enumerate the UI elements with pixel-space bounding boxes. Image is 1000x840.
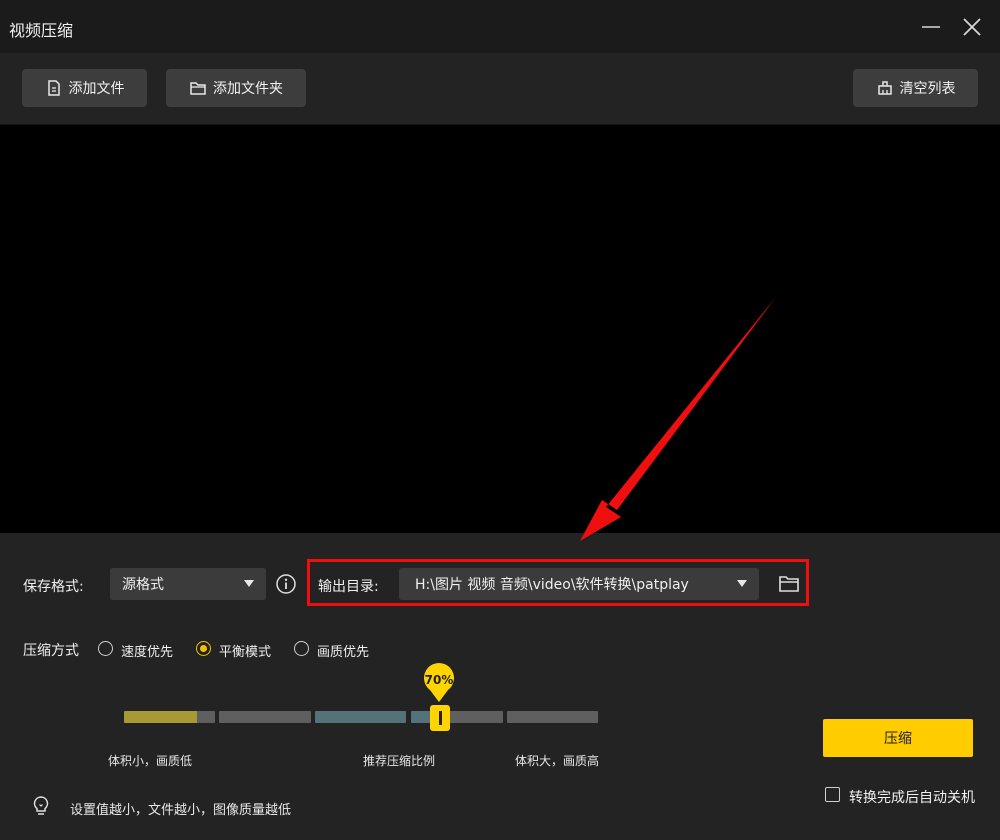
add-file-label: 添加文件 bbox=[68, 81, 125, 97]
chevron-down-icon bbox=[737, 580, 747, 587]
broom-icon bbox=[877, 81, 892, 95]
clear-list-label: 清空列表 bbox=[899, 81, 956, 97]
radio-balanced[interactable] bbox=[196, 641, 211, 656]
slider-segment bbox=[507, 711, 598, 723]
close-icon[interactable] bbox=[959, 14, 985, 40]
lightbulb-icon bbox=[31, 795, 51, 817]
slider-segment bbox=[219, 711, 311, 723]
save-format-value: 源格式 bbox=[122, 577, 164, 593]
folder-icon bbox=[190, 82, 206, 95]
slider-segment bbox=[411, 711, 503, 723]
window-title: 视频压缩 bbox=[9, 21, 74, 40]
toolbar: 添加文件 添加文件夹 清空列表 bbox=[0, 53, 1000, 125]
save-format-label: 保存格式: bbox=[23, 579, 84, 595]
open-folder-icon[interactable] bbox=[777, 572, 801, 596]
slider-label-right: 体积大，画质高 bbox=[515, 754, 600, 768]
output-dir-label: 输出目录: bbox=[318, 579, 379, 595]
output-dir-value: H:\图片 视频 音频\video\软件转换\patplay bbox=[415, 577, 689, 593]
radio-speed-label[interactable]: 速度优先 bbox=[121, 641, 173, 660]
compress-mode-label: 压缩方式 bbox=[23, 643, 79, 659]
slider-label-mid: 推荐压缩比例 bbox=[363, 754, 436, 768]
slider-handle[interactable] bbox=[430, 705, 450, 731]
minimize-icon[interactable] bbox=[918, 14, 944, 40]
radio-balanced-label[interactable]: 平衡模式 bbox=[219, 641, 271, 660]
slider-value-bubble: 70% bbox=[422, 662, 456, 704]
add-folder-button[interactable]: 添加文件夹 bbox=[166, 69, 306, 107]
hint-text: 设置值越小，文件越小，图像质量越低 bbox=[70, 803, 292, 818]
radio-quality[interactable] bbox=[294, 641, 309, 656]
add-file-button[interactable]: 添加文件 bbox=[22, 69, 147, 107]
file-icon bbox=[47, 80, 60, 96]
radio-quality-label[interactable]: 画质优先 bbox=[317, 641, 369, 660]
compress-button[interactable]: 压缩 bbox=[823, 719, 973, 757]
compress-button-label: 压缩 bbox=[884, 731, 912, 747]
auto-shutdown-label[interactable]: 转换完成后自动关机 bbox=[849, 787, 975, 807]
output-dir-select[interactable]: H:\图片 视频 音频\video\软件转换\patplay bbox=[399, 568, 759, 600]
clear-list-button[interactable]: 清空列表 bbox=[853, 69, 978, 107]
auto-shutdown-checkbox[interactable] bbox=[825, 787, 840, 802]
slider-segment bbox=[315, 711, 406, 723]
save-format-select[interactable]: 源格式 bbox=[110, 568, 266, 600]
slider-value: 70% bbox=[424, 673, 454, 687]
info-icon[interactable] bbox=[275, 573, 297, 595]
file-list-area[interactable] bbox=[0, 125, 1000, 533]
radio-speed[interactable] bbox=[98, 641, 113, 656]
chevron-down-icon bbox=[244, 580, 254, 587]
slider-label-left: 体积小，画质低 bbox=[108, 754, 193, 768]
title-bar: 视频压缩 bbox=[0, 0, 1000, 53]
add-folder-label: 添加文件夹 bbox=[213, 81, 283, 97]
slider-segment bbox=[124, 711, 215, 723]
